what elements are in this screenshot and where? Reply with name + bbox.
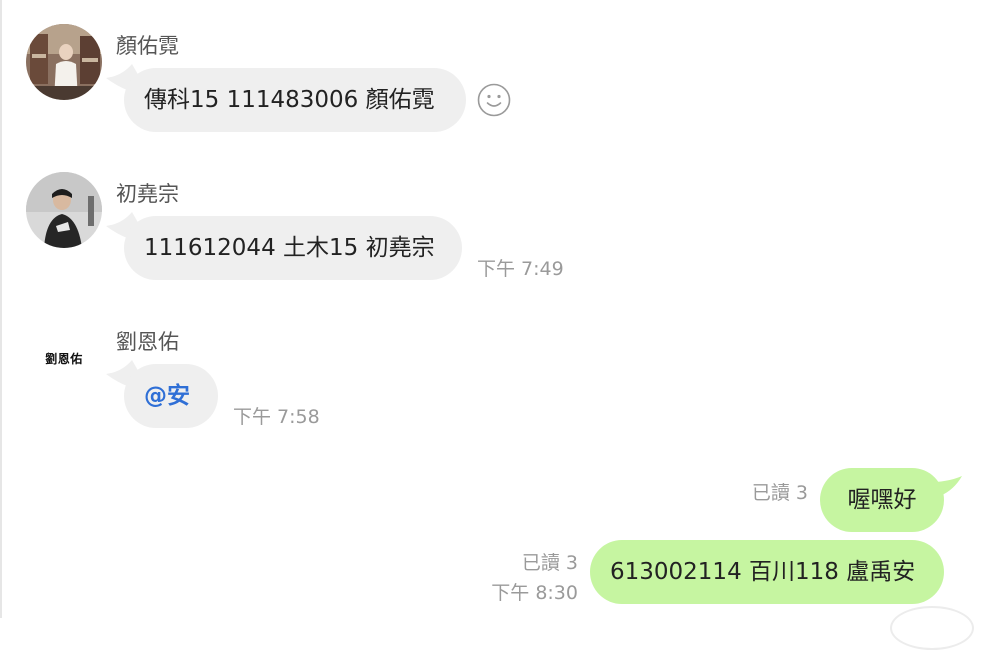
message-bubble[interactable]: 111612044 土木15 初堯宗 (124, 216, 462, 280)
message-time: 下午 7:49 (477, 258, 564, 280)
read-receipt: 已讀 3 (751, 482, 808, 504)
message-bubble[interactable]: 傳科15 111483006 顏佑霓 (124, 68, 466, 132)
sender-name: 劉恩佑 (116, 330, 179, 354)
avatar-sender-3[interactable]: 劉恩佑 (26, 320, 102, 396)
read-receipt: 已讀 3 (521, 552, 578, 574)
window-left-border (0, 0, 2, 618)
message-time: 下午 7:58 (233, 406, 320, 428)
message-bubble[interactable]: @安 (124, 364, 218, 428)
mention-link[interactable]: @安 (144, 383, 190, 409)
sender-name: 顏佑霓 (116, 34, 179, 58)
scroll-down-button[interactable] (890, 606, 974, 650)
avatar-sender-2[interactable] (26, 172, 102, 248)
message-bubble[interactable]: 喔嘿好 (820, 468, 944, 532)
smile-icon[interactable] (477, 83, 511, 117)
message-time: 下午 8:30 (491, 582, 578, 604)
message-bubble[interactable]: 613002114 百川118 盧禹安 (590, 540, 944, 604)
avatar-sender-1[interactable] (26, 24, 102, 100)
sender-name: 初堯宗 (116, 182, 179, 206)
